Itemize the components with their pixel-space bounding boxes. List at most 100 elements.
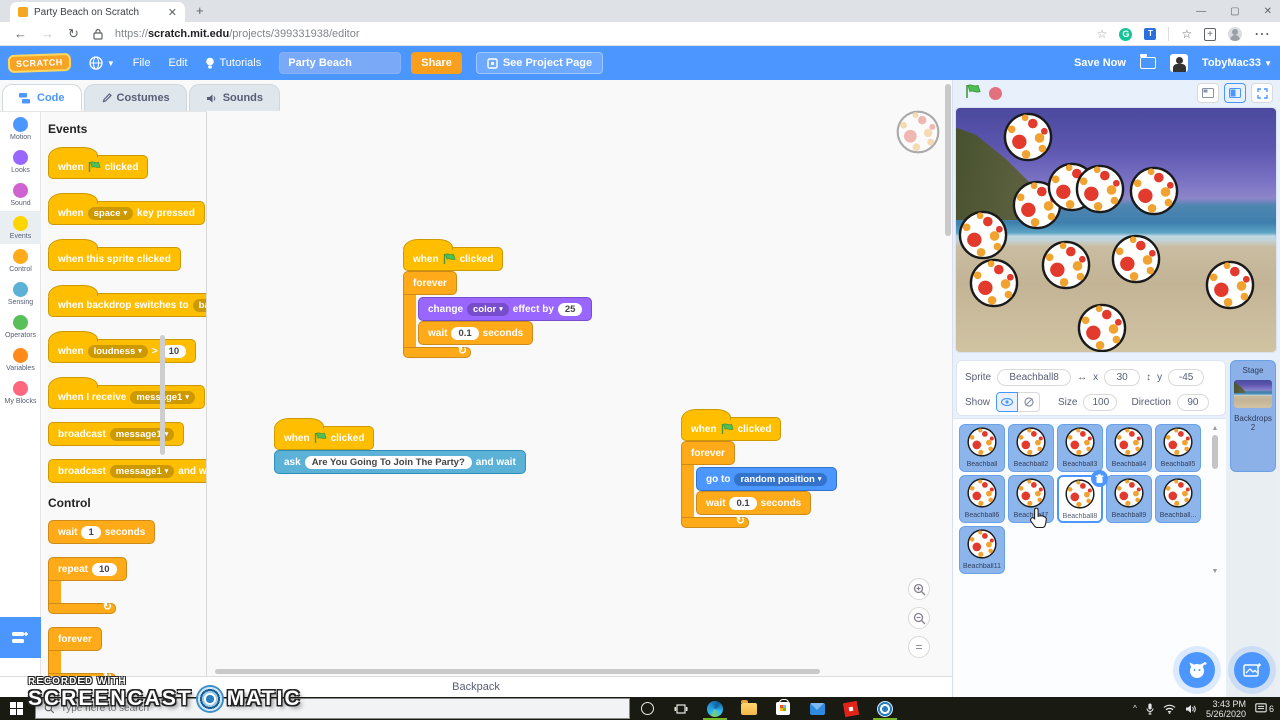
stop-button[interactable] [989,87,1002,100]
extension-icon[interactable]: T [1144,28,1157,40]
tab-costumes[interactable]: Costumes [83,84,187,111]
sprite-tile[interactable]: Beachball3 [1057,424,1103,472]
see-project-page-button[interactable]: See Project Page [475,52,604,74]
edit-menu[interactable]: Edit [169,57,188,69]
scratch-logo[interactable]: SCRATCH [7,52,72,74]
script-stack[interactable]: when clicked forever go to random position ▾ w… [681,408,838,528]
start-button[interactable] [10,702,23,715]
window-close-button[interactable]: ✕ [1264,6,1272,17]
file-menu[interactable]: File [133,57,151,69]
scratch-block[interactable]: go to random position ▾ [696,467,838,491]
task-view-button[interactable] [664,697,698,720]
block-input[interactable]: 0.1 [729,496,757,510]
tray-expand-icon[interactable]: ^ [1133,704,1137,713]
sidebar-category-motion[interactable]: Motion [0,112,41,145]
volume-icon[interactable] [1185,704,1197,714]
scratch-block[interactable]: when loudness ▾ >10 [48,331,197,363]
block-input[interactable]: 25 [557,302,583,316]
block-input[interactable]: 10 [92,562,117,576]
scratch-block[interactable]: when clicked [48,147,149,179]
notification-center[interactable]: 6 [1255,703,1274,714]
sidebar-category-variables[interactable]: Variables [0,343,41,376]
url-text[interactable]: https://scratch.mit.edu/projects/3993319… [115,28,360,40]
zoom-out-button[interactable] [908,607,930,629]
block-dropdown[interactable]: backdrop1▾ [192,298,206,312]
code-area[interactable]: = when clicked forever change color ▾ effect b… [207,80,952,676]
grammarly-extension-icon[interactable]: G [1119,27,1133,41]
add-sprite-button[interactable] [1179,652,1215,688]
wifi-icon[interactable] [1163,704,1176,714]
sidebar-category-operators[interactable]: Operators [0,310,41,343]
my-stuff-folder-icon[interactable] [1139,54,1156,69]
scratch-block[interactable]: wait 0.1 seconds [696,491,812,515]
block-input[interactable]: 0.1 [451,326,479,340]
back-button[interactable]: ← [14,26,27,41]
sprite-tile[interactable]: Beachball8 [1057,470,1108,523]
block-dropdown[interactable]: message1▾ [109,464,175,478]
account-menu[interactable]: TobyMac33 ▼ [1202,57,1272,69]
sprite-tile[interactable]: Beachball... [1155,475,1201,523]
language-selector[interactable]: ▼ [89,56,115,70]
refresh-button[interactable]: ↻ [68,26,79,42]
delete-sprite-button[interactable] [1091,470,1108,487]
zoom-in-button[interactable] [908,578,930,600]
sprite-x-input[interactable]: 30 [1104,368,1141,386]
add-backdrop-button[interactable] [1234,652,1270,688]
window-maximize-button[interactable]: ▢ [1230,6,1239,17]
scroll-up-icon[interactable]: ▲ [1212,425,1219,432]
sprite-tile[interactable]: Beachball5 [1155,424,1201,472]
edge-taskbar-icon[interactable] [698,697,732,720]
beachball-sprite[interactable] [1111,234,1161,289]
beachball-sprite[interactable] [1205,260,1255,315]
block-dropdown[interactable]: random position ▾ [734,472,828,486]
bookmark-star-icon[interactable]: ☆ [1097,27,1108,41]
scratch-c-block[interactable]: repeat 10 ↻ [48,557,127,614]
scratch-block[interactable]: when clicked [681,409,782,441]
beachball-sprite[interactable] [1077,303,1127,352]
code-vertical-scrollbar[interactable] [945,84,951,236]
beachball-sprite[interactable] [1041,240,1091,295]
browser-profile-avatar[interactable] [1228,27,1242,41]
sidebar-category-sensing[interactable]: Sensing [0,277,41,310]
file-explorer-icon[interactable] [732,697,766,720]
beachball-sprite[interactable] [1075,164,1125,219]
tutorials-menu[interactable]: Tutorials [205,57,261,70]
new-tab-button[interactable]: + [196,3,204,18]
roblox-icon[interactable] [834,697,868,720]
block-dropdown[interactable]: color ▾ [467,302,509,316]
block-dropdown[interactable]: loudness ▾ [87,344,148,358]
sprite-tile[interactable]: Beachball9 [1106,475,1152,523]
scratch-block[interactable]: broadcastmessage1▾and wait [48,459,206,483]
fullscreen-button[interactable] [1251,83,1273,103]
palette-scrollbar[interactable] [160,335,165,455]
block-input[interactable]: 1 [81,525,101,539]
scratch-block[interactable]: when clicked [274,418,375,450]
block-dropdown[interactable]: space ▾ [87,206,134,220]
beachball-sprite[interactable] [958,210,1008,265]
show-sprite-button[interactable] [996,392,1019,412]
script-stack[interactable]: when clicked forever change color ▾ effect by 2… [403,238,593,358]
c-block-top[interactable]: forever [681,441,735,465]
scratch-block[interactable]: when space ▾ key pressed [48,193,205,225]
scratch-block[interactable]: when this sprite clicked [48,239,181,271]
sidebar-category-sound[interactable]: Sound [0,178,41,211]
scroll-down-icon[interactable]: ▼ [1212,568,1219,575]
scratch-c-block[interactable]: forever go to random position ▾ wait 0.1 secon… [681,441,838,528]
green-flag-button[interactable] [965,83,982,104]
c-block-top[interactable]: forever [48,627,102,651]
sidebar-category-events[interactable]: Events [0,211,41,244]
stage-card[interactable]: Stage Backdrops 2 [1230,360,1276,472]
scratch-c-block[interactable]: forever change color ▾ effect by 25 wait 0.1 sec… [403,271,593,358]
scratch-block[interactable]: wait 0.1 seconds [418,321,534,345]
tab-close-icon[interactable]: ✕ [168,6,177,19]
hide-sprite-button[interactable] [1018,392,1041,412]
scratch-block[interactable]: wait 1 seconds [48,520,156,544]
microphone-icon[interactable] [1146,703,1154,715]
stage[interactable] [956,108,1276,352]
microsoft-store-icon[interactable] [766,697,800,720]
project-name-input[interactable] [279,52,402,74]
window-minimize-button[interactable]: — [1196,6,1206,17]
sprite-direction-input[interactable]: 90 [1176,393,1209,411]
tab-code[interactable]: Code [2,84,82,111]
user-avatar[interactable] [1169,54,1188,72]
